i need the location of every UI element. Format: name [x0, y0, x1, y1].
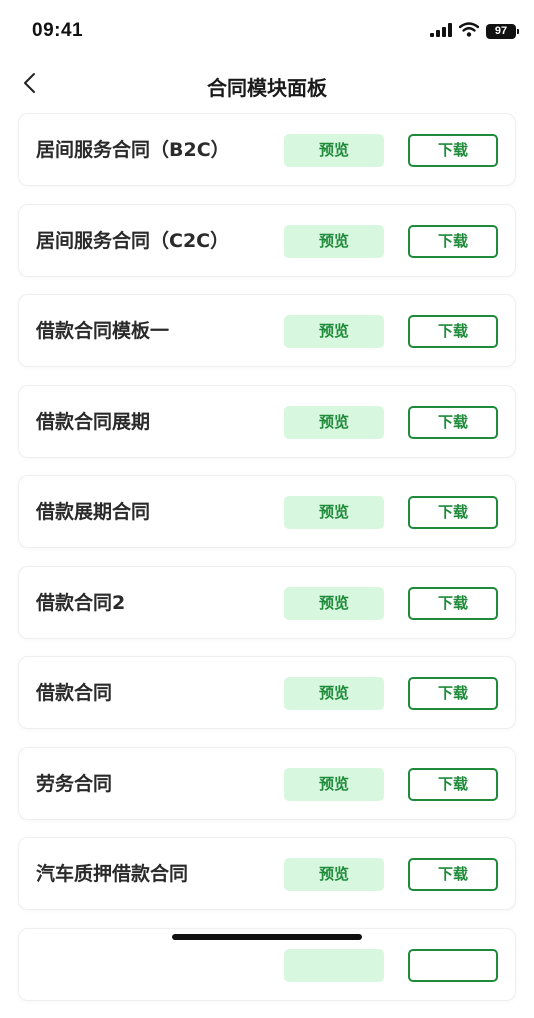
contract-card: 居间服务合同（B2C） 预览 下载	[18, 113, 516, 186]
contract-title: 居间服务合同（C2C）	[36, 229, 230, 252]
preview-button[interactable]: 预览	[284, 405, 384, 439]
contract-card: 借款展期合同 预览 下载	[18, 475, 516, 548]
page-title: 合同模块面板	[207, 76, 327, 100]
download-button[interactable]: 下载	[408, 677, 498, 710]
download-button[interactable]: 下载	[408, 224, 498, 258]
contract-title: 劳务合同	[36, 772, 113, 795]
contract-list: 居间服务合同（B2C） 预览 下载 居间服务合同（C2C） 预览 下载 借款合同…	[18, 113, 516, 1018]
download-button[interactable]: 下载	[408, 134, 498, 167]
contract-card: 借款合同展期 预览 下载	[18, 384, 516, 458]
preview-button[interactable]: 预览	[284, 858, 384, 891]
download-button[interactable]: 下载	[408, 767, 498, 801]
nav-bar: 合同模块面板	[0, 62, 534, 108]
contract-title: 借款合同展期	[36, 410, 151, 433]
contract-card: 汽车质押借款合同 预览 下载	[18, 837, 516, 910]
status-time: 09:41	[32, 20, 84, 41]
preview-button[interactable]: 预览	[284, 134, 384, 167]
contract-card: 借款合同 预览 下载	[18, 656, 516, 729]
preview-button[interactable]	[284, 948, 384, 982]
contract-title: 借款合同2	[36, 591, 126, 614]
status-bar: 09:41 97	[0, 0, 534, 62]
contract-title: 汽车质押借款合同	[36, 863, 189, 885]
contract-title: 借款合同模板一	[36, 320, 170, 342]
contract-title: 借款展期合同	[36, 501, 151, 523]
home-indicator[interactable]	[172, 934, 362, 940]
status-icons: 97	[430, 21, 519, 41]
contract-card: 借款合同模板一 预览 下载	[18, 294, 516, 367]
contract-title: 居间服务合同（B2C）	[36, 139, 230, 161]
download-button[interactable]: 下载	[408, 405, 498, 439]
download-button[interactable]: 下载	[408, 496, 498, 529]
download-button[interactable]	[408, 948, 498, 982]
contract-card: 居间服务合同（C2C） 预览 下载	[18, 203, 516, 277]
preview-button[interactable]: 预览	[284, 586, 384, 620]
contract-title: 借款合同	[36, 682, 113, 704]
signal-icon	[430, 22, 452, 41]
download-button[interactable]: 下载	[408, 315, 498, 348]
preview-button[interactable]: 预览	[284, 767, 384, 801]
preview-button[interactable]: 预览	[284, 224, 384, 258]
download-button[interactable]: 下载	[408, 858, 498, 891]
preview-button[interactable]: 预览	[284, 677, 384, 710]
wifi-icon	[458, 21, 480, 41]
contract-card: 借款合同2 预览 下载	[18, 565, 516, 639]
contract-card: 劳务合同 预览 下载	[18, 746, 516, 820]
preview-button[interactable]: 预览	[284, 315, 384, 348]
download-button[interactable]: 下载	[408, 586, 498, 620]
preview-button[interactable]: 预览	[284, 496, 384, 529]
battery-icon: 97	[486, 23, 519, 39]
